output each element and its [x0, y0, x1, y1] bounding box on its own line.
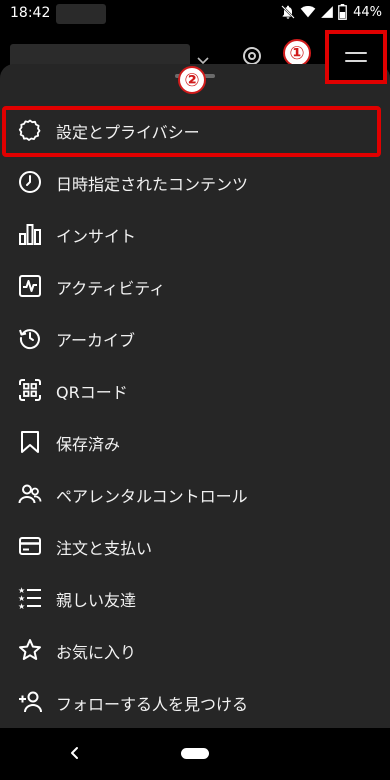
menu-item-saved[interactable]: 保存済み — [0, 416, 390, 468]
menu-item-label: アクティビティ — [56, 279, 166, 298]
activity-icon — [18, 274, 42, 298]
add-person-icon — [18, 690, 42, 714]
status-icons: 44% — [280, 4, 382, 20]
battery-percentage: 44% — [353, 4, 382, 20]
menu-item-qr-code[interactable]: QRコード — [0, 364, 390, 416]
notifications-off-icon — [280, 4, 296, 20]
menu-item-favorites[interactable]: お気に入り — [0, 624, 390, 676]
menu-item-parental-controls[interactable]: ペアレンタルコントロール — [0, 468, 390, 520]
menu-item-find-people[interactable]: フォローする人を見つける — [0, 676, 390, 728]
annotation-marker-2: ② — [178, 66, 206, 94]
menu-item-archive[interactable]: アーカイブ — [0, 312, 390, 364]
menu-list: 設定とプライバシー 日時指定されたコンテンツ インサイト アクティビティ アーカ — [0, 104, 390, 728]
menu-item-close-friends[interactable]: ★ ★ ★ 親しい友達 — [0, 572, 390, 624]
close-friends-list-icon: ★ ★ ★ — [18, 586, 42, 610]
menu-item-settings-privacy[interactable]: 設定とプライバシー — [0, 104, 390, 156]
family-icon — [18, 482, 42, 506]
menu-item-label: フォローする人を見つける — [56, 695, 249, 714]
menu-item-label: 設定とプライバシー — [56, 123, 200, 142]
hamburger-menu-icon — [345, 51, 367, 63]
clock-icon — [18, 170, 42, 194]
back-chevron-icon[interactable] — [68, 744, 82, 766]
blurred-notification-area — [56, 4, 106, 24]
menu-item-insights[interactable]: インサイト — [0, 208, 390, 260]
menu-item-activity[interactable]: アクティビティ — [0, 260, 390, 312]
menu-item-label: ペアレンタルコントロール — [56, 487, 248, 506]
menu-item-label: QRコード — [56, 383, 128, 402]
svg-text:★: ★ — [18, 602, 25, 610]
menu-item-label: お気に入り — [56, 643, 137, 662]
annotation-marker-1: ① — [283, 39, 311, 67]
menu-item-label: 注文と支払い — [56, 539, 153, 558]
wifi-icon — [300, 4, 316, 20]
system-navigation-bar — [0, 728, 390, 780]
battery-icon — [338, 4, 347, 20]
home-pill-button[interactable] — [181, 748, 209, 759]
menu-item-label: 親しい友達 — [56, 591, 137, 610]
bar-chart-icon — [18, 222, 42, 246]
star-icon — [18, 638, 42, 662]
menu-item-label: 日時指定されたコンテンツ — [56, 175, 249, 194]
menu-item-label: インサイト — [56, 227, 137, 246]
status-time: 18:42 — [10, 5, 51, 21]
bookmark-icon — [18, 430, 42, 454]
signal-icon — [320, 4, 334, 20]
menu-item-scheduled-content[interactable]: 日時指定されたコンテンツ — [0, 156, 390, 208]
archive-icon — [18, 326, 42, 350]
menu-item-label: 保存済み — [56, 435, 121, 454]
hamburger-menu-button[interactable] — [325, 30, 387, 84]
menu-bottom-sheet: 設定とプライバシー 日時指定されたコンテンツ インサイト アクティビティ アーカ — [0, 64, 390, 728]
qr-code-icon — [18, 378, 42, 402]
credit-card-icon — [18, 534, 42, 558]
menu-item-label: アーカイブ — [56, 331, 136, 350]
menu-item-orders-payments[interactable]: 注文と支払い — [0, 520, 390, 572]
settings-gear-icon — [18, 118, 42, 142]
status-bar: 18:42 44% — [0, 0, 390, 28]
